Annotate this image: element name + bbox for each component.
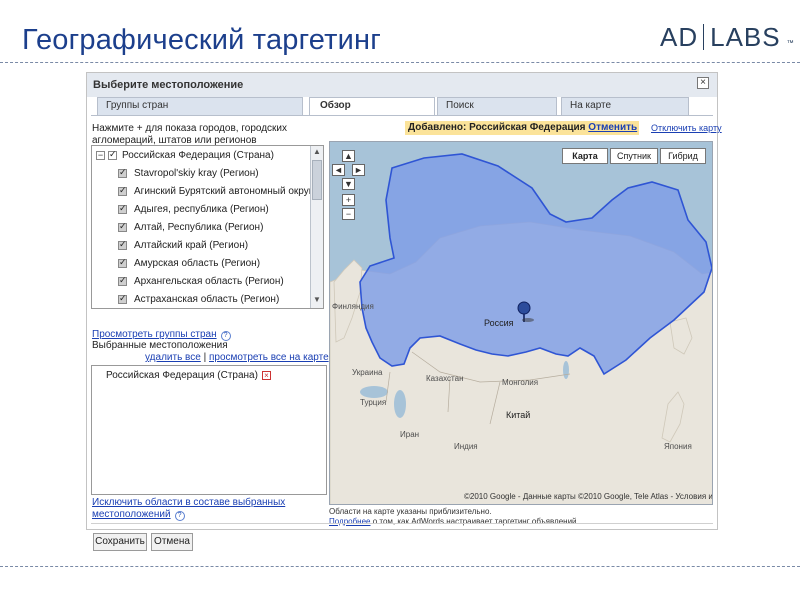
tab-on-map[interactable]: На карте	[561, 97, 689, 115]
map-note-line2: Подробнее о том, как AdWords настраивает…	[329, 517, 577, 526]
tree-row-label: Алтайский край (Регион)	[134, 240, 249, 251]
slide-title: Географический таргетинг	[22, 24, 381, 56]
undo-link[interactable]: Отменить	[588, 122, 637, 133]
tree-row-label: Алтай, Республика (Регион)	[134, 222, 264, 233]
tab-search[interactable]: Поиск	[437, 97, 557, 115]
tab-country-groups[interactable]: Группы стран	[97, 97, 303, 115]
map-label-japan: Япония	[664, 442, 692, 451]
country-groups-link[interactable]: Просмотреть группы стран	[92, 329, 217, 340]
selected-heading: Выбранные местоположения	[92, 340, 228, 351]
dialog-header: Выберите местоположение ×	[87, 73, 717, 97]
map-label-china: Китай	[506, 410, 531, 420]
checkbox[interactable]	[118, 257, 127, 268]
map-type-map-button[interactable]: Карта	[562, 148, 608, 164]
map-note-line1: Области на карте указаны приблизительно.	[329, 507, 492, 516]
selected-actions: удалить все | просмотреть все на карте	[145, 352, 329, 363]
location-pin-shadow	[522, 318, 534, 322]
map-copyright: ©2010 Google - Данные карты ©2010 Google…	[464, 492, 713, 501]
remove-all-link[interactable]: удалить все	[145, 352, 201, 363]
exclude-link-line2: местоположений?	[92, 509, 185, 521]
zoom-in-icon[interactable]: +	[342, 194, 355, 206]
map-label-mongolia: Монголия	[502, 378, 539, 387]
map-label-finland: Финляндия	[332, 302, 374, 311]
zoom-out-icon[interactable]: −	[342, 208, 355, 220]
checkbox[interactable]	[118, 185, 127, 196]
link-separator: |	[203, 352, 207, 363]
tree-row-label: Российская Федерация (Страна)	[122, 150, 274, 161]
location-dialog: Выберите местоположение × Группы стран О…	[86, 72, 722, 551]
logo-text-left: AD	[660, 21, 699, 52]
map-type-satellite-button[interactable]: Спутник	[610, 148, 658, 164]
tree-row-label: Stavropol'skiy kray (Регион)	[134, 168, 259, 179]
instruction-text: Нажмите + для показа городов, городских …	[92, 123, 288, 146]
map-label-turkey: Турция	[360, 398, 387, 407]
exclude-link-line1: Исключить области в составе выбранных	[92, 497, 285, 508]
scroll-thumb[interactable]	[312, 160, 322, 200]
map-canvas	[330, 142, 712, 504]
pan-right-icon[interactable]: ►	[352, 164, 365, 176]
logo-text-right: LABS	[710, 21, 781, 52]
map-label-russia: Россия	[484, 318, 514, 328]
checkbox[interactable]	[118, 203, 127, 214]
tree-row-label: Амурская область (Регион)	[134, 258, 261, 269]
added-notification: Добавлено: Российская Федерация Отменить	[405, 121, 639, 135]
tree-scrollbar[interactable]: ▲ ▼	[310, 146, 323, 308]
map-type-hybrid-button[interactable]: Гибрид	[660, 148, 706, 164]
checkbox[interactable]	[108, 149, 117, 160]
logo-divider	[703, 24, 705, 50]
checkbox[interactable]	[118, 293, 127, 304]
tree-row-label: Агинский Бурятский автономный округ (Рег…	[134, 186, 323, 197]
selected-location-label: Российская Федерация (Страна)	[106, 370, 258, 381]
added-text: Добавлено: Российская Федерация	[408, 122, 586, 133]
footer-divider	[91, 523, 713, 524]
location-pin-icon	[517, 301, 531, 315]
learn-more-link[interactable]: Подробнее	[329, 517, 371, 526]
pan-up-icon[interactable]: ▲	[342, 150, 355, 162]
checkbox[interactable]	[118, 239, 127, 250]
list-item: Российская Федерация (Страна) ×	[106, 370, 271, 381]
tab-underline	[91, 115, 713, 116]
map-label-iran: Иран	[400, 430, 420, 439]
help-icon[interactable]: ?	[174, 511, 185, 521]
collapse-icon[interactable]: −	[96, 151, 105, 160]
map-label-india: Индия	[454, 442, 478, 451]
tab-browse[interactable]: Обзор	[309, 97, 435, 116]
checkbox[interactable]	[118, 167, 127, 178]
view-all-on-map-link[interactable]: просмотреть все на карте	[209, 352, 329, 363]
scroll-down-icon[interactable]: ▼	[313, 296, 321, 305]
pan-left-icon[interactable]: ◄	[332, 164, 345, 176]
top-divider	[0, 62, 800, 63]
map-note-rest: о том, как AdWords настраивает таргетинг…	[372, 517, 577, 526]
exclude-areas-link-cont[interactable]: местоположений	[92, 509, 171, 520]
bottom-divider	[0, 566, 800, 567]
black-sea	[360, 386, 388, 398]
disable-map-link[interactable]: Отключить карту	[651, 123, 722, 133]
caspian-sea	[394, 390, 406, 418]
cancel-button[interactable]: Отмена	[151, 533, 193, 551]
logo-trademark: ™	[786, 39, 795, 47]
save-button[interactable]: Сохранить	[93, 533, 147, 551]
map-view[interactable]: ▲ ◄ ► ▼ + − Карта Спутник Гибрид Россия …	[329, 141, 713, 505]
dialog-title: Выберите местоположение	[93, 79, 244, 91]
checkbox[interactable]	[118, 221, 127, 232]
adlabs-logo: AD LABS ™	[660, 22, 795, 52]
region-tree: − Российская Федерация (Страна) Stavropo…	[91, 145, 324, 309]
pan-down-icon[interactable]: ▼	[342, 178, 355, 190]
remove-icon[interactable]: ×	[261, 371, 271, 380]
checkbox[interactable]	[118, 275, 127, 286]
map-label-kazakhstan: Казахстан	[426, 374, 464, 383]
scroll-up-icon[interactable]: ▲	[313, 148, 321, 157]
tree-row-label: Адыгея, республика (Регион)	[134, 204, 269, 215]
selected-locations-list: Российская Федерация (Страна) ×	[91, 365, 327, 495]
exclude-areas-link[interactable]: Исключить области в составе выбранных	[92, 497, 285, 508]
lake-baikal	[563, 361, 569, 379]
tree-row-label: Архангельская область (Регион)	[134, 276, 284, 287]
close-icon[interactable]: ×	[697, 77, 709, 89]
tree-row-label: Астраханская область (Регион)	[134, 294, 280, 305]
map-label-ukraine: Украина	[352, 368, 383, 377]
